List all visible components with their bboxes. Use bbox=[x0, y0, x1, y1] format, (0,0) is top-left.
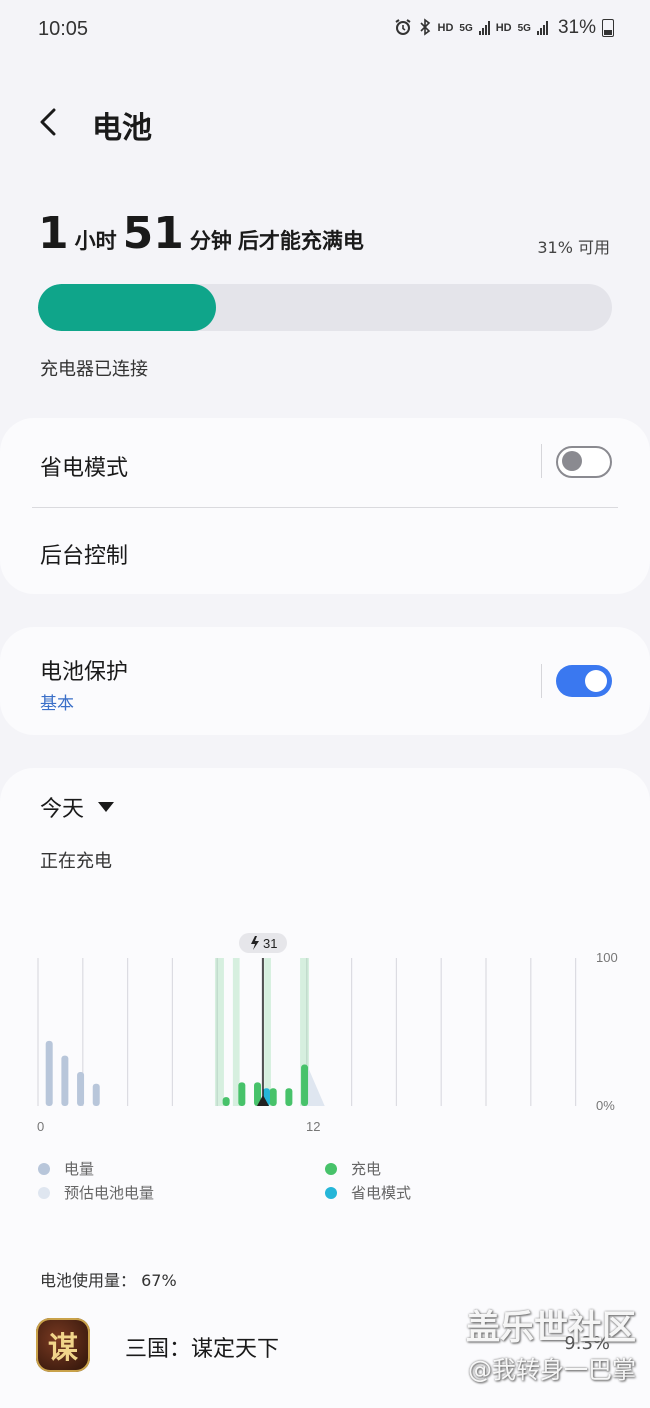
battery-level-fill bbox=[38, 284, 216, 331]
app-name[interactable]: 三国：谋定天下 bbox=[125, 1331, 279, 1363]
battery-protection-toggle[interactable] bbox=[556, 665, 612, 697]
power-saving-toggle[interactable] bbox=[556, 446, 612, 478]
bar-电量 bbox=[45, 1040, 53, 1106]
battery-protection-card[interactable]: 电池保护 基本 bbox=[0, 627, 650, 735]
charge-time-remaining: 1 小时 51 分钟 后才能充满电 bbox=[38, 208, 364, 259]
signal-icon-1 bbox=[478, 21, 490, 35]
legend-level-dot bbox=[38, 1162, 50, 1175]
divider bbox=[32, 507, 618, 508]
toggle-separator bbox=[541, 664, 542, 698]
battery-usage-chart: 31 0 12 100 0% bbox=[37, 933, 618, 1134]
x-tick-12: 12 bbox=[306, 1119, 320, 1134]
y-tick-100: 100 bbox=[596, 950, 618, 965]
background-control-item[interactable]: 后台控制 bbox=[40, 538, 128, 570]
hours-unit: 小时 bbox=[74, 229, 117, 253]
power-saving-label[interactable]: 省电模式 bbox=[40, 450, 128, 482]
bar-充电 bbox=[285, 1088, 293, 1106]
legend-saving-label: 省电模式 bbox=[351, 1184, 412, 1202]
legend-saving-dot bbox=[325, 1186, 337, 1199]
power-settings-card: 省电模式 后台控制 bbox=[0, 418, 650, 594]
bar-电量 bbox=[92, 1083, 100, 1106]
battery-page: 10:05 HD 5G HD 5G 31% 电池 1 小时 51 分钟 后才能充… bbox=[0, 0, 650, 1408]
bar-充电 bbox=[222, 1097, 230, 1106]
status-time: 10:05 bbox=[38, 18, 89, 40]
status-icons: HD 5G HD 5G 31% bbox=[394, 17, 614, 39]
battery-protection-label[interactable]: 电池保护 bbox=[40, 654, 128, 686]
caret-down-icon bbox=[98, 802, 115, 812]
charging-period-highlight bbox=[232, 958, 240, 1106]
back-button[interactable] bbox=[34, 104, 64, 140]
charging-period-highlight bbox=[264, 958, 271, 1106]
legend-charging: 充电 bbox=[325, 1158, 381, 1179]
period-selector[interactable]: 今天 bbox=[40, 791, 115, 823]
hd-label-2: HD bbox=[495, 22, 512, 34]
watermark-community: 盖乐世社区 bbox=[466, 1308, 636, 1348]
toggle-knob bbox=[562, 451, 582, 471]
minutes-unit: 分钟 bbox=[189, 229, 232, 253]
charging-period-highlight bbox=[214, 958, 224, 1106]
available-percent: 31% 可用 bbox=[537, 238, 610, 257]
battery-protection-mode: 基本 bbox=[40, 694, 74, 714]
period-label: 今天 bbox=[40, 797, 85, 822]
battery-usage-total: 电池使用量： 67% bbox=[40, 1271, 177, 1290]
watermark-user: @我转身一巴掌 bbox=[468, 1356, 636, 1384]
minutes-value: 51 bbox=[122, 208, 184, 259]
legend-level-label: 电量 bbox=[64, 1160, 95, 1178]
y-tick-0: 0% bbox=[596, 1098, 615, 1113]
bar-充电 bbox=[269, 1088, 277, 1106]
legend-charging-label: 充电 bbox=[351, 1160, 382, 1178]
legend-saving: 省电模式 bbox=[325, 1182, 411, 1203]
network-label-2: 5G bbox=[517, 22, 531, 34]
battery-percent: 31% bbox=[557, 17, 596, 38]
bar-电量 bbox=[77, 1071, 85, 1106]
signal-icon-2 bbox=[536, 21, 548, 35]
legend-charging-dot bbox=[325, 1162, 337, 1175]
legend-estimate-label: 预估电池电量 bbox=[64, 1184, 155, 1202]
toggle-separator bbox=[541, 444, 542, 478]
chart-bars bbox=[45, 958, 325, 1106]
bar-充电 bbox=[301, 1064, 309, 1106]
battery-level-bar bbox=[38, 284, 612, 331]
charge-suffix: 后才能充满电 bbox=[237, 229, 364, 253]
chevron-left-icon bbox=[40, 108, 56, 136]
battery-icon bbox=[602, 19, 614, 37]
toggle-knob bbox=[585, 670, 607, 692]
charger-status: 充电器已连接 bbox=[40, 359, 148, 380]
bar-电量 bbox=[61, 1055, 69, 1106]
status-bar: 10:05 HD 5G HD 5G 31% bbox=[0, 0, 650, 60]
charging-state: 正在充电 bbox=[40, 851, 112, 872]
bar-充电 bbox=[238, 1082, 246, 1106]
x-tick-0: 0 bbox=[37, 1119, 44, 1134]
network-label-1: 5G bbox=[459, 22, 473, 34]
marker-value: 31 bbox=[263, 936, 277, 951]
hd-label-1: HD bbox=[437, 22, 454, 34]
legend-level: 电量 bbox=[38, 1158, 94, 1179]
alarm-icon bbox=[394, 18, 412, 39]
legend-estimate: 预估电池电量 bbox=[38, 1182, 154, 1203]
estimated-level-area bbox=[306, 1064, 325, 1106]
legend-estimate-dot bbox=[38, 1186, 50, 1199]
app-icon: 谋 bbox=[36, 1318, 90, 1372]
current-time-marker: 31 bbox=[239, 933, 287, 1106]
page-title: 电池 bbox=[92, 111, 152, 146]
hours-value: 1 bbox=[38, 208, 69, 259]
bluetooth-icon bbox=[418, 17, 432, 39]
